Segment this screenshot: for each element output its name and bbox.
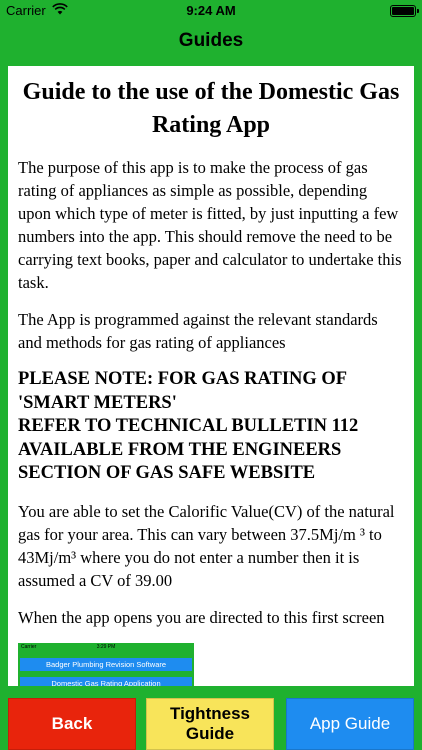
- thumb-bar-badger: Badger Plumbing Revision Software: [20, 657, 192, 671]
- battery-icon: [390, 5, 419, 17]
- paragraph-standards: The App is programmed against the releva…: [18, 310, 378, 352]
- paragraph-purpose: The purpose of this app is to make the p…: [18, 158, 402, 292]
- first-screen-screenshot: Carrier 3:29 PM Badger Plumbing Revision…: [18, 642, 194, 686]
- paragraph-calorific-value: You are able to set the Calorific Value(…: [18, 501, 395, 590]
- smart-meters-note: PLEASE NOTE: FOR GAS RATING OF 'SMART ME…: [18, 368, 404, 486]
- status-time: 9:24 AM: [186, 3, 236, 18]
- tightness-guide-button[interactable]: Tightness Guide: [146, 698, 274, 750]
- guide-content[interactable]: Guide to the use of the Domestic Gas Rat…: [8, 66, 414, 686]
- thumb-bar-domestic: Domestic Gas Rating Application: [20, 676, 192, 686]
- app-guide-button[interactable]: App Guide: [286, 698, 414, 750]
- back-button[interactable]: Back: [8, 698, 136, 750]
- paragraph-first-screen: When the app opens you are directed to t…: [18, 607, 385, 627]
- thumb-time: 3:29 PM: [96, 643, 116, 650]
- page-title: Guides: [178, 30, 244, 51]
- status-bar: Carrier 9:24 AM: [0, 0, 422, 22]
- document-title: Guide to the use of the Domestic Gas Rat…: [22, 79, 400, 138]
- note-line-2: REFER TO TECHNICAL BULLETIN 112 AVAILABL…: [18, 416, 359, 483]
- note-line-1: PLEASE NOTE: FOR GAS RATING OF 'SMART ME…: [18, 369, 347, 413]
